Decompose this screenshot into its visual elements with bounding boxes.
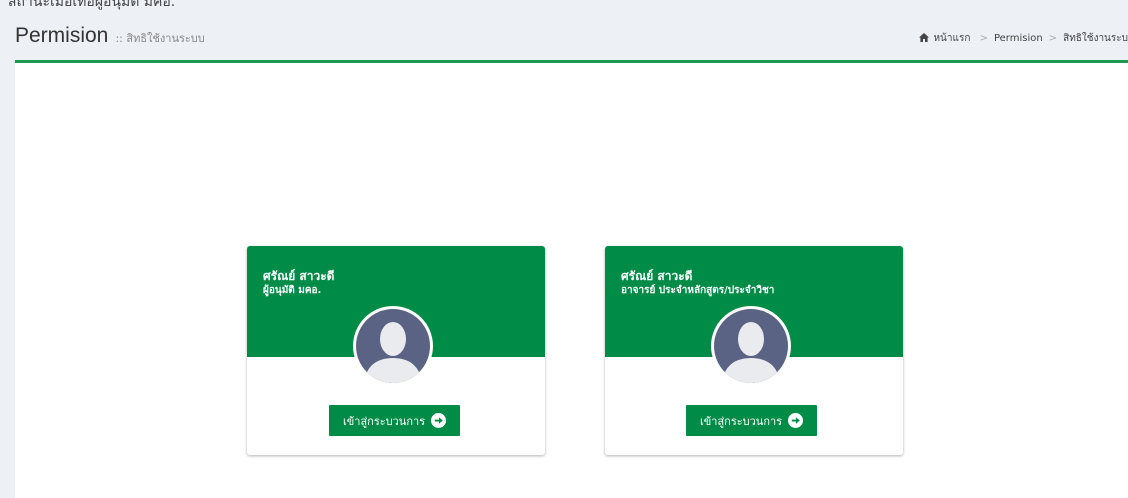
user-silhouette-icon: [356, 309, 430, 383]
breadcrumb-home-link[interactable]: หน้าแรก: [919, 33, 973, 44]
enter-process-label: เข้าสู่กระบวนการ: [700, 414, 783, 428]
breadcrumb-permision-link[interactable]: Permision: [994, 33, 1043, 44]
user-silhouette-icon: [714, 309, 788, 383]
enter-process-button[interactable]: เข้าสู่กระบวนการ: [686, 405, 818, 436]
breadcrumb-separator: >: [1048, 33, 1058, 44]
arrow-right-circle-icon: [788, 413, 804, 428]
arrow-right-circle-icon: [431, 413, 447, 428]
card-user-role: อาจารย์ ประจำหลักสูตร/ประจำวิชา: [621, 285, 775, 296]
avatar: [353, 306, 433, 386]
page-title-subtitle: :: สิทธิใช้งานระบบ: [115, 32, 205, 45]
top-cutoff-text: สถานะเมื่อเทือผู้อนุมัติ มคอ.: [8, 0, 176, 10]
enter-process-button[interactable]: เข้าสู่กระบวนการ: [329, 405, 461, 436]
breadcrumb: หน้าแรก > Permision > สิทธิใช้งานระบ: [919, 31, 1128, 46]
card-user-name: ศรัณย์ สาวะดี: [621, 269, 693, 283]
permission-card: ศรัณย์ สาวะดี อาจารย์ ประจำหลักสูตร/ประจ…: [605, 246, 903, 455]
main-content: ศรัณย์ สาวะดี ผู้อนุมัติ มคอ. เข้าสู่กระ…: [15, 60, 1128, 498]
permission-card: ศรัณย์ สาวะดี ผู้อนุมัติ มคอ. เข้าสู่กระ…: [247, 246, 545, 455]
page-title-main: Permision: [15, 24, 109, 47]
avatar: [711, 306, 791, 386]
breadcrumb-separator: >: [979, 33, 988, 44]
card-user-role: ผู้อนุมัติ มคอ.: [263, 285, 322, 296]
breadcrumb-home-label: หน้าแรก: [933, 33, 971, 44]
card-user-name: ศรัณย์ สาวะดี: [263, 269, 335, 283]
page-header: Permision :: สิทธิใช้งานระบบ หน้าแรก > Pe…: [8, 18, 1128, 60]
home-icon: [919, 33, 930, 42]
page-title: Permision :: สิทธิใช้งานระบบ: [15, 24, 205, 48]
enter-process-label: เข้าสู่กระบวนการ: [343, 414, 426, 428]
breadcrumb-current: สิทธิใช้งานระบ: [1063, 33, 1128, 44]
